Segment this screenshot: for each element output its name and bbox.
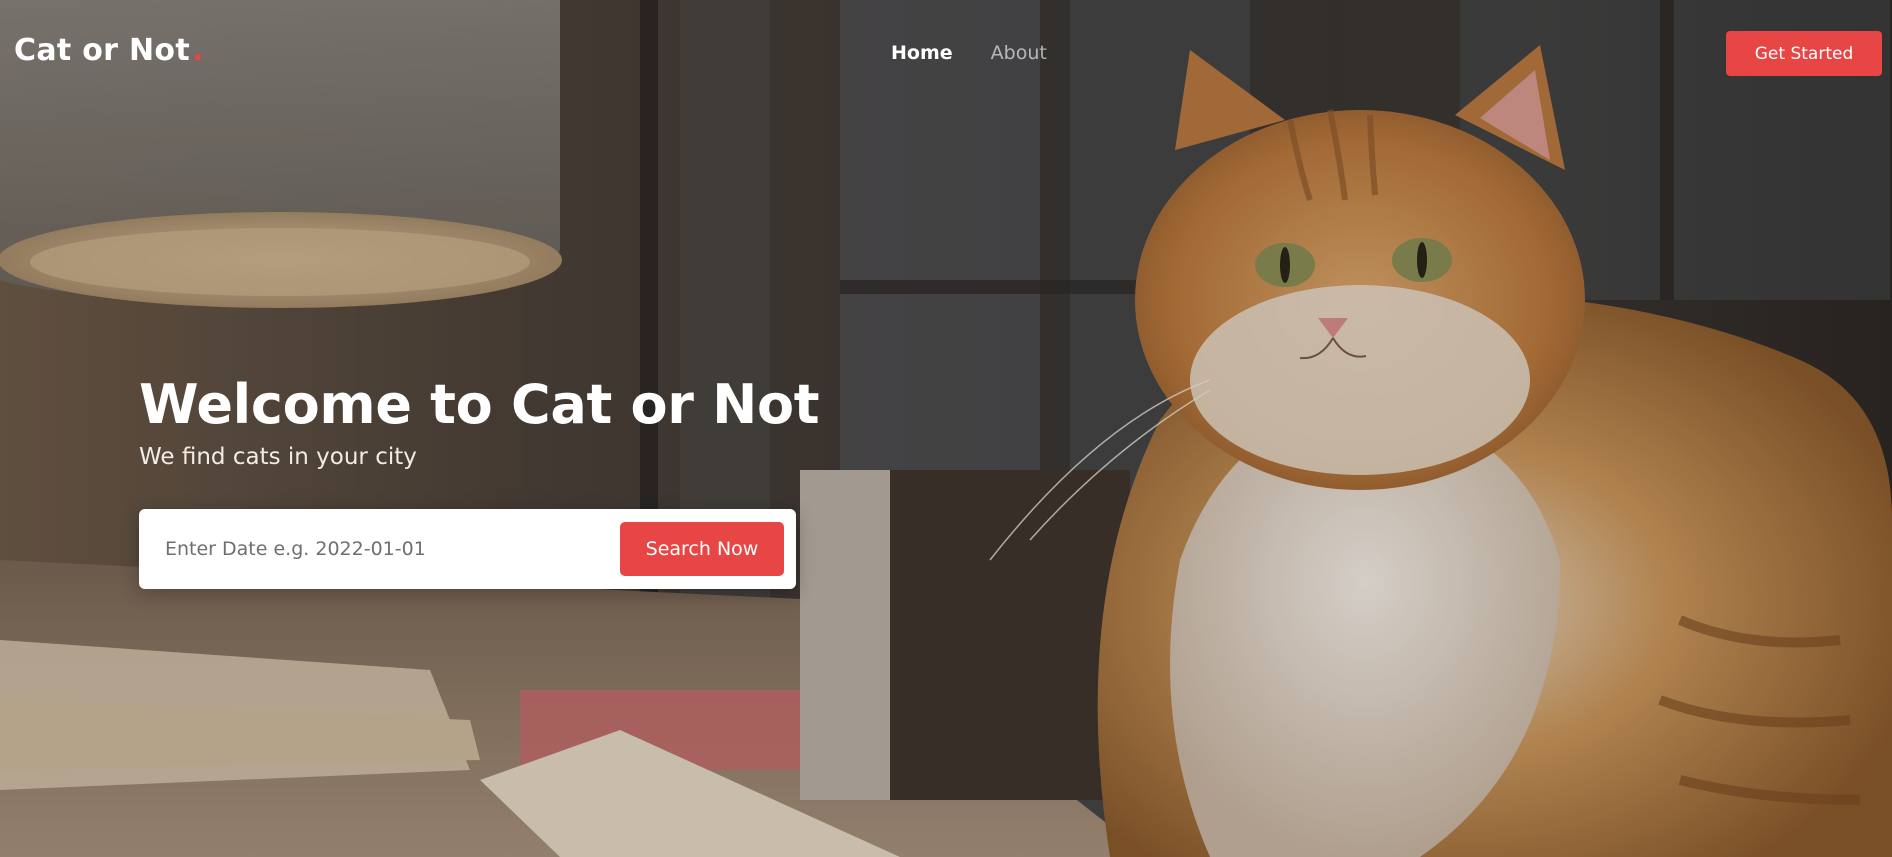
- hero-title: Welcome to Cat or Not: [139, 373, 820, 436]
- hero-section: Cat or Not. Home About Get Started Welco…: [0, 0, 1892, 857]
- brand-logo[interactable]: Cat or Not.: [14, 33, 204, 68]
- hero-text: Welcome to Cat or Not We find cats in yo…: [139, 372, 820, 470]
- search-now-button[interactable]: Search Now: [620, 522, 784, 576]
- date-search-form: Search Now: [139, 509, 796, 589]
- hero-subtitle: We find cats in your city: [139, 444, 417, 470]
- date-search-input[interactable]: [153, 525, 627, 573]
- top-navbar: Cat or Not. Home About Get Started: [0, 0, 1892, 108]
- nav-links: Home About: [891, 42, 1047, 64]
- nav-link-home[interactable]: Home: [891, 42, 953, 64]
- nav-link-about[interactable]: About: [991, 42, 1047, 64]
- brand-name: Cat or Not: [14, 33, 190, 68]
- get-started-button[interactable]: Get Started: [1726, 31, 1882, 76]
- brand-dot: .: [191, 33, 204, 68]
